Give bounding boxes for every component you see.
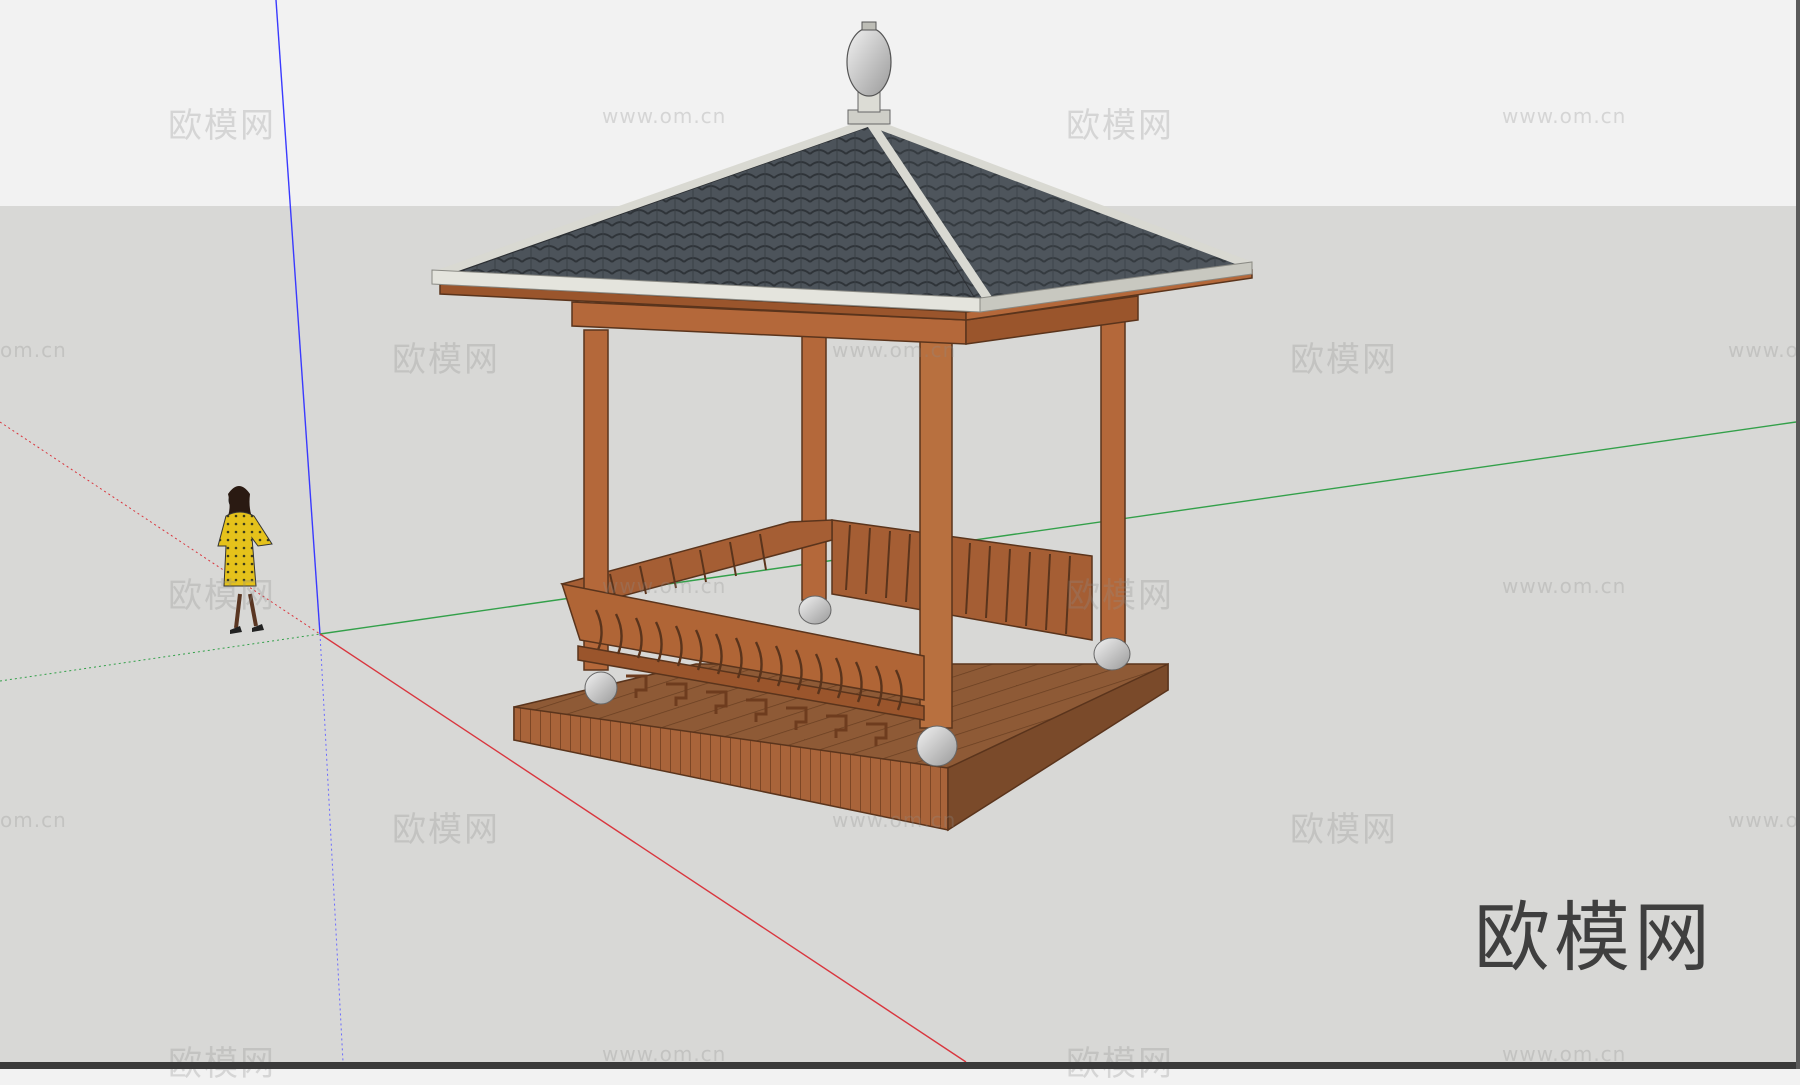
column-back-right[interactable]	[1100, 317, 1126, 649]
stone-base-front-left	[584, 671, 618, 705]
status-bar	[0, 1062, 1800, 1069]
stone-base-back-left	[798, 595, 832, 625]
column-front-right[interactable]	[919, 337, 953, 729]
column-back-left[interactable]	[801, 329, 827, 601]
stone-base-front-right	[916, 725, 958, 767]
stone-base-back-right	[1093, 637, 1131, 671]
brand-logo-text: 欧模网	[1474, 893, 1714, 982]
window-edge	[1796, 0, 1800, 1069]
sketchup-viewport[interactable]: 欧模网 www.om.cn 欧模网 www.om.cn om.cn 欧模网 ww…	[0, 0, 1800, 1084]
